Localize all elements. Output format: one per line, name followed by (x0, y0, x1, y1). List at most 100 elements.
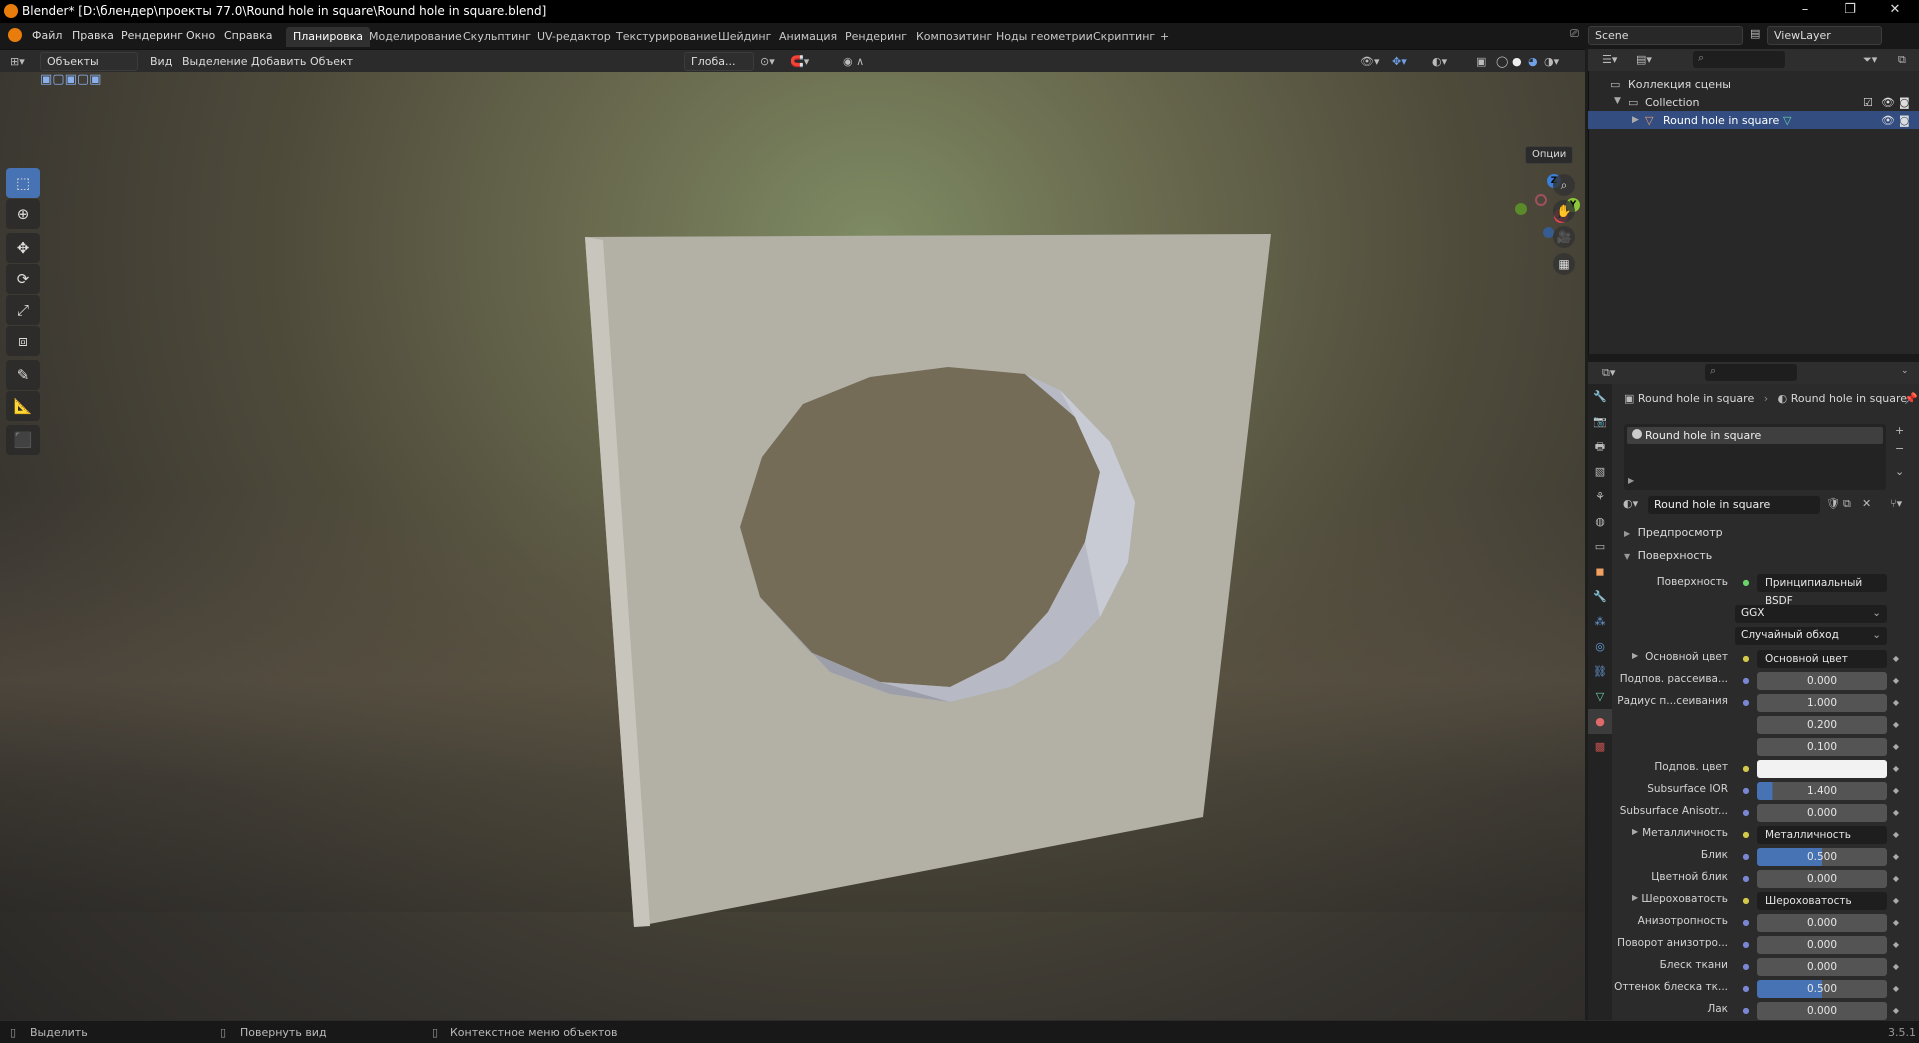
menu-object[interactable]: Объект (310, 55, 353, 68)
pan-hand-icon[interactable]: ✋ (1553, 200, 1575, 222)
add-workspace-button[interactable]: + (1153, 27, 1176, 47)
outliner-collection[interactable]: ▼ ▭ Collection ☑ 👁 ◙ (1588, 93, 1919, 111)
number-field[interactable]: 1.000 (1757, 694, 1887, 712)
scene-tab-icon[interactable]: ⚘ (1588, 484, 1612, 509)
socket-dot[interactable]: ● (1740, 914, 1752, 932)
modifier-tab-icon[interactable]: 🔧 (1588, 584, 1612, 609)
editor-type-icon[interactable]: ⊞▾ (10, 55, 25, 68)
tool-tab-icon[interactable]: 🔧 (1588, 384, 1612, 409)
socket-dot[interactable]: ● (1740, 980, 1752, 998)
gizmo-neg-y[interactable] (1515, 203, 1527, 215)
number-field[interactable]: 0.000 (1757, 1002, 1887, 1020)
distribution-dropdown[interactable]: GGX ⌄ (1735, 605, 1887, 623)
physics-tab-icon[interactable]: ◎ (1588, 634, 1612, 659)
keyframe-dot-icon[interactable]: ◆ (1890, 980, 1902, 998)
keyframe-dot-icon[interactable]: ◆ (1890, 848, 1902, 866)
keyframe-dot-icon[interactable]: ◆ (1890, 672, 1902, 690)
socket-dot[interactable]: ● (1740, 782, 1752, 800)
view-layer-tab-icon[interactable]: ▧ (1588, 459, 1612, 484)
world-tab-icon[interactable]: ◍ (1588, 509, 1612, 534)
keyframe-dot-icon[interactable]: ◆ (1890, 914, 1902, 932)
number-field[interactable]: 0.000 (1757, 958, 1887, 976)
tab-modeling[interactable]: Моделирование (362, 27, 469, 47)
tab-uv-editor[interactable]: UV-редактор (530, 27, 618, 47)
blender-menu-icon[interactable] (8, 28, 22, 42)
tab-rendering[interactable]: Рендеринг (838, 27, 914, 47)
eye-icon[interactable]: 👁 (1881, 114, 1895, 127)
ortho-grid-icon[interactable]: ▦ (1553, 253, 1575, 275)
menu-select[interactable]: Выделение (182, 55, 248, 68)
unlink-icon[interactable]: ✕ (1862, 497, 1871, 510)
slider-field[interactable]: 0.500 (1757, 980, 1887, 998)
outliner-search[interactable]: ⌕ (1693, 51, 1785, 68)
keyframe-dot-icon[interactable]: ◆ (1890, 782, 1902, 800)
socket-dot[interactable]: ● (1740, 650, 1752, 668)
linked-input-field[interactable]: Основной цвет (1757, 650, 1887, 668)
surface-shader-field[interactable]: Принципиальный BSDF (1757, 574, 1887, 607)
select-mode-icons[interactable]: ▣▢▣▢▣ (40, 72, 120, 92)
socket-dot[interactable]: ● (1740, 760, 1752, 778)
measure-tool-icon[interactable]: 📐 (6, 391, 40, 421)
menu-file[interactable]: Файл (32, 29, 62, 42)
gizmo-toggle-icon[interactable]: ✥▾ (1392, 55, 1407, 68)
number-field[interactable]: 0.000 (1757, 804, 1887, 822)
eye-icon[interactable]: 👁 (1881, 96, 1895, 109)
properties-editor-icon[interactable]: ⧉▾ (1602, 366, 1615, 380)
render-shading-icon[interactable]: ◑▾ (1544, 55, 1559, 68)
collection-tab-icon[interactable]: ▭ (1588, 534, 1612, 559)
socket-dot[interactable]: ● (1740, 958, 1752, 976)
duplicate-icon[interactable]: ⧉ (1843, 497, 1851, 511)
keyframe-dot-icon[interactable]: ◆ (1890, 738, 1902, 756)
keyframe-dot-icon[interactable]: ◆ (1890, 936, 1902, 954)
outliner-editor-icon[interactable]: ☰▾ (1602, 53, 1617, 66)
scene-selector[interactable]: Scene (1588, 26, 1743, 45)
tab-layout[interactable]: Планировка (286, 27, 370, 47)
proportional-edit-icon[interactable]: ◉ ∧ (843, 55, 864, 68)
round-hole-in-square-object[interactable] (0, 72, 1585, 1020)
tab-animation[interactable]: Анимация (772, 27, 844, 47)
display-mode-icon[interactable]: ▤▾ (1636, 53, 1652, 66)
keyframe-dot-icon[interactable]: ◆ (1890, 694, 1902, 712)
camera-view-icon[interactable]: 🎥 (1553, 226, 1575, 248)
socket-dot[interactable]: ● (1740, 826, 1752, 844)
node-link-icon[interactable]: ⑂▾ (1890, 497, 1902, 510)
minimize-button[interactable]: – (1795, 2, 1815, 20)
mode-selector[interactable]: Объекты (40, 52, 138, 71)
socket-dot[interactable]: ● (1740, 1002, 1752, 1020)
menu-window[interactable]: Окно (186, 29, 215, 42)
add-cube-tool-icon[interactable]: ⬛ (6, 425, 40, 455)
slot-menu-icon[interactable]: ⌄ (1895, 465, 1904, 478)
tab-sculpting[interactable]: Скульптинг (456, 27, 538, 47)
new-collection-icon[interactable]: ⧉ (1898, 53, 1906, 67)
pivot-icon[interactable]: ⊙▾ (760, 55, 775, 68)
annotate-tool-icon[interactable]: ✎ (6, 360, 40, 390)
constraints-tab-icon[interactable]: ⛓ (1588, 659, 1612, 684)
socket-dot[interactable]: ● (1740, 672, 1752, 690)
camera-render-icon[interactable]: ◙ (1899, 96, 1910, 109)
keyframe-dot-icon[interactable]: ◆ (1890, 804, 1902, 822)
maximize-button[interactable]: ❐ (1840, 2, 1860, 20)
tab-texturing[interactable]: Текстурирование (609, 27, 724, 47)
linked-input-field[interactable]: Шероховатость (1757, 892, 1887, 910)
menu-add[interactable]: Добавить (251, 55, 306, 68)
visibility-icon[interactable]: 👁▾ (1360, 55, 1380, 68)
material-name-field[interactable]: Round hole in square (1648, 496, 1820, 514)
socket-dot[interactable]: ● (1740, 694, 1752, 712)
linked-input-field[interactable]: Металличность (1757, 826, 1887, 844)
expand-arrow-icon[interactable]: ▶ (1632, 115, 1639, 125)
overlay-icon[interactable]: ◐▾ (1432, 55, 1447, 68)
tab-scripting[interactable]: Скриптинг (1086, 27, 1162, 47)
object-tab-icon[interactable]: ◼ (1588, 559, 1612, 584)
properties-search[interactable]: ⌕ (1705, 364, 1797, 381)
material-tab-icon[interactable]: ● (1588, 709, 1612, 734)
material-slot-item[interactable]: Round hole in square (1627, 427, 1883, 444)
material-shading-icon[interactable]: ◕ (1528, 55, 1538, 68)
camera-render-icon[interactable]: ◙ (1899, 114, 1910, 127)
rotate-tool-icon[interactable]: ⟳ (6, 264, 40, 294)
snap-icon[interactable]: 🧲▾ (790, 55, 809, 68)
filter-icon[interactable]: ⏷▾ (1863, 53, 1877, 67)
data-tab-icon[interactable]: ▽ (1588, 684, 1612, 709)
fake-user-icon[interactable]: 🛡 (1826, 497, 1840, 510)
wireframe-shading-icon[interactable]: ◯ (1496, 55, 1508, 68)
xray-icon[interactable]: ▣ (1476, 55, 1486, 68)
